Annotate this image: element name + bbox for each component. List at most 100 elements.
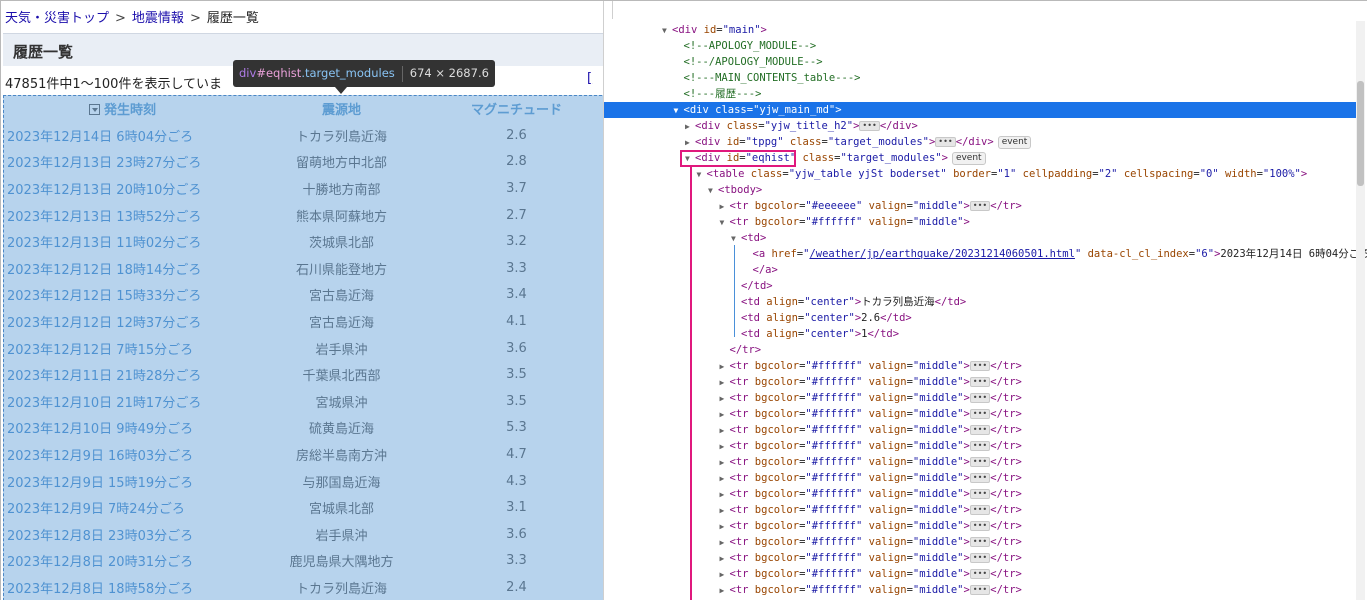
dom-node-line[interactable]: ▶ <div id="tppg" class="target_modules"> •… [604, 134, 1356, 150]
collapse-triangle-icon[interactable]: ▼ [731, 231, 741, 247]
inspector-tooltip: div#eqhist.target_modules 674 × 2687.6 [233, 60, 495, 87]
magnitude-cell: 2.6 [441, 121, 592, 150]
quake-time-link[interactable]: 2023年12月10日 21時17分ごろ [7, 396, 201, 411]
quake-time-link[interactable]: 2023年12月12日 18時14分ごろ [7, 263, 201, 278]
collapse-triangle-icon[interactable]: ▼ [674, 103, 684, 119]
dom-node-line[interactable]: ▼ <div id="main"> [604, 22, 1356, 38]
dom-node-line[interactable]: </a> [604, 262, 1356, 278]
expand-triangle-icon[interactable]: ▶ [685, 119, 695, 135]
dom-node-line[interactable]: <!--APOLOGY_MODULE--> [604, 38, 1356, 54]
breadcrumb-weather-top[interactable]: 天気・災害トップ [5, 11, 109, 26]
quake-time-link[interactable]: 2023年12月8日 23時03分ごろ [7, 529, 193, 544]
dom-node-line[interactable]: ▶<tr bgcolor="#ffffff" valign="middle">•… [604, 470, 1356, 486]
dom-node-line[interactable]: ▼ <tbody> [604, 182, 1356, 198]
quake-time-link[interactable]: 2023年12月11日 21時28分ごろ [7, 369, 201, 384]
expand-triangle-icon[interactable]: ▶ [720, 199, 730, 215]
expand-triangle-icon[interactable]: ▶ [720, 567, 730, 583]
quake-time-link[interactable]: 2023年12月13日 20時10分ごろ [7, 183, 201, 198]
quake-time-link[interactable]: 2023年12月12日 12時37分ごろ [7, 316, 201, 331]
quake-time-link[interactable]: 2023年12月13日 13時52分ごろ [7, 210, 201, 225]
dom-node-line[interactable]: ▶<tr bgcolor="#ffffff" valign="middle">•… [604, 390, 1356, 406]
expand-triangle-icon[interactable]: ▶ [720, 583, 730, 599]
dom-node-line[interactable]: ▶<tr bgcolor="#ffffff" valign="middle">•… [604, 406, 1356, 422]
quake-time-link[interactable]: 2023年12月12日 7時15分ごろ [7, 343, 193, 358]
dom-node-line[interactable]: <!---MAIN_CONTENTS_table---> [604, 70, 1356, 86]
pager-link[interactable]: [ [587, 71, 592, 86]
quake-time-link[interactable]: 2023年12月8日 18時58分ごろ [7, 582, 193, 597]
dom-node-line[interactable]: ▶<tr bgcolor="#ffffff" valign="middle">•… [604, 422, 1356, 438]
expand-triangle-icon[interactable]: ▶ [720, 455, 730, 471]
dom-node-line[interactable]: ▶<tr bgcolor="#ffffff" valign="middle">•… [604, 486, 1356, 502]
breadcrumb-earthquake[interactable]: 地震情報 [132, 11, 184, 26]
dom-node-line[interactable]: <a href="/weather/jp/earthquake/20231214… [604, 246, 1367, 262]
expand-triangle-icon[interactable]: ▶ [720, 359, 730, 375]
dom-node-line[interactable]: ▶<tr bgcolor="#ffffff" valign="middle">•… [604, 518, 1356, 534]
dom-node-line[interactable]: ▶<tr bgcolor="#ffffff" valign="middle">•… [604, 374, 1356, 390]
dom-node-line[interactable]: ▶<tr bgcolor="#ffffff" valign="middle">•… [604, 358, 1356, 374]
devtools-scrollbar[interactable] [1356, 21, 1365, 600]
expand-triangle-icon[interactable]: ▶ [720, 519, 730, 535]
dom-node-line[interactable]: ▼ <tr bgcolor="#ffffff" valign="middle"> [604, 214, 1356, 230]
dom-node-line[interactable]: <td align="center">1</td> [604, 326, 1356, 342]
table-row: 2023年12月9日 7時24分ごろ 宮城県北部 3.1 [3, 493, 603, 522]
dom-node-line[interactable]: ▼ <table class="yjw_table yjSt boderset" … [604, 166, 1356, 182]
dom-node-line[interactable]: <!--/APOLOGY_MODULE--> [604, 54, 1356, 70]
quake-time-link[interactable]: 2023年12月10日 9時49分ごろ [7, 422, 193, 437]
quake-time-link[interactable]: 2023年12月13日 23時27分ごろ [7, 156, 201, 171]
expand-triangle-icon[interactable]: ▶ [720, 551, 730, 567]
quake-time-link[interactable]: 2023年12月13日 11時02分ごろ [7, 236, 201, 251]
collapse-triangle-icon[interactable]: ▼ [708, 183, 718, 199]
header-epicenter: 震源地 [241, 95, 442, 123]
extra-cell [591, 573, 603, 600]
extra-cell [591, 547, 603, 575]
collapse-triangle-icon[interactable]: ▼ [662, 23, 672, 39]
expand-triangle-icon[interactable]: ▶ [720, 503, 730, 519]
dom-node-line[interactable]: ▶<tr bgcolor="#ffffff" valign="middle">•… [604, 454, 1356, 470]
expand-triangle-icon[interactable]: ▶ [720, 423, 730, 439]
table-body: 2023年12月14日 6時04分ごろ トカラ列島近海 2.6 2023年12月13日… [3, 121, 603, 600]
quake-time-link[interactable]: 2023年12月9日 7時24分ごろ [7, 502, 185, 517]
collapse-triangle-icon[interactable]: ▼ [720, 215, 730, 231]
quake-time-link[interactable]: 2023年12月9日 16時03分ごろ [7, 449, 193, 464]
quake-time-link[interactable]: 2023年12月9日 15時19分ごろ [7, 476, 193, 491]
dom-node-line[interactable]: </td> [604, 278, 1356, 294]
expand-triangle-icon[interactable]: ▶ [720, 407, 730, 423]
dom-node-markup: <table class="yjw_table yjSt boderset" b… [706, 168, 1308, 180]
quake-time-link[interactable]: 2023年12月12日 15時33分ごろ [7, 289, 201, 304]
dom-node-line[interactable]: ▶<tr bgcolor="#ffffff" valign="middle">•… [604, 534, 1356, 550]
expand-triangle-icon[interactable]: ▶ [720, 535, 730, 551]
collapse-triangle-icon[interactable]: ▼ [697, 167, 707, 183]
quake-time-link[interactable]: 2023年12月14日 6時04分ごろ [7, 130, 193, 145]
table-row: 2023年12月13日 23時27分ごろ 留萌地方中北部 2.8 [3, 148, 603, 176]
magnitude-cell: 3.7 [441, 174, 592, 203]
dom-node-line[interactable]: ▶ <tr bgcolor="#eeeeee" valign="middle"> •… [604, 198, 1356, 214]
header-time[interactable]: 発生時刻 [3, 95, 242, 123]
expand-triangle-icon[interactable]: ▶ [720, 487, 730, 503]
dom-node-line[interactable]: <td align="center">トカラ列島近海</td> [604, 294, 1356, 310]
quake-time-cell: 2023年12月13日 11時02分ごろ [3, 227, 242, 256]
quake-time-link[interactable]: 2023年12月8日 20時31分ごろ [7, 555, 193, 570]
dom-node-line[interactable]: ▼ <td> [604, 230, 1356, 246]
extra-cell [591, 148, 603, 176]
expand-triangle-icon[interactable]: ▶ [685, 135, 695, 151]
dom-node-line[interactable]: ▶<tr bgcolor="#ffffff" valign="middle">•… [604, 582, 1356, 598]
dom-node-line[interactable]: ▶<tr bgcolor="#ffffff" valign="middle">•… [604, 502, 1356, 518]
dom-node-markup: <tr bgcolor="#ffffff" valign="middle"> ••… [729, 376, 1022, 388]
expand-triangle-icon[interactable]: ▶ [720, 391, 730, 407]
scrollbar-thumb[interactable] [1357, 81, 1364, 186]
expand-triangle-icon[interactable]: ▶ [720, 471, 730, 487]
dom-node-line[interactable]: ▶ <div class="yjw_title_h2"> ••• </div> [604, 118, 1356, 134]
dom-node-line[interactable]: </tr> [604, 342, 1356, 358]
expand-triangle-icon[interactable]: ▶ [720, 375, 730, 391]
dom-node-line[interactable]: <td align="center">2.6</td> [604, 310, 1356, 326]
sort-desc-icon[interactable] [88, 104, 100, 116]
dom-node-line[interactable]: <!---履歴---> [604, 86, 1356, 102]
epicenter-cell: 房総半島南方沖 [241, 440, 442, 469]
dom-node-markup: <tr bgcolor="#ffffff" valign="middle"> ••… [729, 568, 1022, 580]
dom-node-line[interactable]: ▶<tr bgcolor="#ffffff" valign="middle">•… [604, 438, 1356, 454]
dom-node-line[interactable]: ▶<tr bgcolor="#ffffff" valign="middle">•… [604, 550, 1356, 566]
expand-triangle-icon[interactable]: ▶ [720, 439, 730, 455]
dom-node-line[interactable]: ▶<tr bgcolor="#ffffff" valign="middle">•… [604, 566, 1356, 582]
dom-node-markup: <!---履歴---> [683, 88, 762, 100]
dom-node-line[interactable]: ▼ <div class="yjw_main_md"> [604, 102, 1356, 118]
